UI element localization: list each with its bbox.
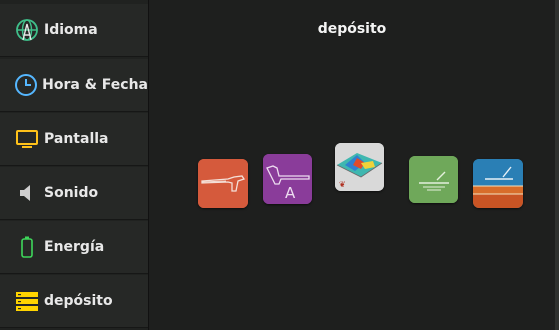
speaker-icon <box>14 180 40 206</box>
storage-icon <box>14 288 40 314</box>
detector-ground-icon <box>473 159 523 208</box>
page-title: depósito <box>317 21 387 37</box>
app-detector-orange[interactable] <box>198 159 248 208</box>
detector-a-purple-icon: A <box>263 154 312 204</box>
detector-green-icon <box>409 156 458 203</box>
app-detector-ground[interactable] <box>473 159 523 208</box>
3d-terrain-icon: ❦ <box>335 143 384 191</box>
sidebar-item-deposito[interactable]: depósito <box>0 275 148 328</box>
sidebar-item-label: depósito <box>44 293 113 309</box>
sidebar-item-label: Energía <box>44 239 105 255</box>
globe-antenna-icon <box>14 17 40 43</box>
app-detector-green[interactable] <box>409 156 458 203</box>
detector-orange-icon <box>198 159 248 208</box>
app-detector-a[interactable]: A <box>263 154 312 204</box>
app-letter: A <box>285 184 296 202</box>
sidebar-item-label: Sonido <box>44 185 99 201</box>
main-panel: depósito A ❦ <box>149 0 555 330</box>
sidebar-item-energia[interactable]: Energía <box>0 221 148 274</box>
app-3d-terrain[interactable]: ❦ <box>335 143 384 191</box>
sidebar-item-idioma[interactable]: Idioma <box>0 4 148 57</box>
sidebar-item-label: Idioma <box>44 22 98 38</box>
sidebar: Idioma Hora & Fecha Pantalla Sonido Ener… <box>0 0 149 330</box>
battery-icon <box>14 234 40 260</box>
sidebar-item-label: Hora & Fecha <box>42 77 148 93</box>
terrain-glyph: ❦ <box>339 180 346 189</box>
sidebar-item-hora-fecha[interactable]: Hora & Fecha <box>0 59 148 112</box>
sidebar-item-sonido[interactable]: Sonido <box>0 167 148 220</box>
sidebar-item-label: Pantalla <box>44 131 109 147</box>
sidebar-item-pantalla[interactable]: Pantalla <box>0 113 148 166</box>
monitor-icon <box>14 126 40 152</box>
clock-icon <box>14 72 38 98</box>
scrollbar-track <box>555 0 559 330</box>
